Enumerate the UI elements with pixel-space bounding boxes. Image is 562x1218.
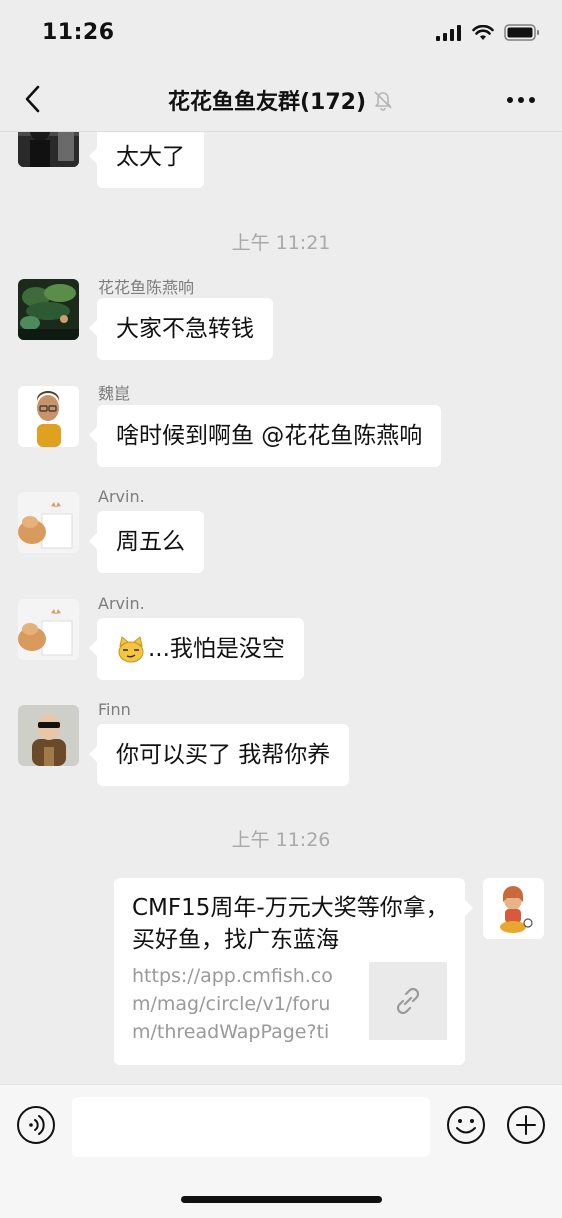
sender-name: 花花鱼陈燕响 <box>98 278 195 297</box>
message-bubble[interactable]: 周五么 <box>89 511 204 573</box>
link-card-thumbnail <box>369 962 447 1040</box>
link-card[interactable]: CMF15周年-万元大奖等你拿，买好鱼，找广东蓝海 https://app.cm… <box>114 878 473 1065</box>
wifi-icon <box>472 24 494 40</box>
nav-bar: 花花鱼鱼友群(172) <box>0 66 562 132</box>
message-bubble[interactable]: 啥时候到啊鱼 @花花鱼陈燕响 <box>88 405 442 467</box>
avatar[interactable] <box>18 386 79 447</box>
status-icons <box>436 24 540 41</box>
voice-button[interactable] <box>16 1105 56 1145</box>
battery-icon <box>504 24 539 41</box>
message-input[interactable] <box>72 1097 430 1157</box>
avatar[interactable] <box>18 492 79 553</box>
plus-icon <box>507 1106 545 1144</box>
sender-name: 魏崑 <box>98 384 131 403</box>
avatar[interactable] <box>18 599 79 660</box>
status-bar: 11:26 <box>0 0 562 66</box>
cellular-signal-icon <box>436 24 461 41</box>
page-title: 花花鱼鱼友群(172) <box>167 90 367 115</box>
message-bubble[interactable]: 大家不急转钱 <box>89 298 273 360</box>
my-avatar[interactable] <box>483 878 544 939</box>
timestamp: 上午 11:21 <box>231 232 331 254</box>
avatar[interactable] <box>18 279 79 340</box>
voice-icon <box>17 1106 55 1144</box>
nav-title-group: 花花鱼鱼友群(172) <box>0 84 562 116</box>
more-button[interactable] <box>506 92 536 106</box>
more-dots-icon <box>507 97 535 103</box>
plus-button[interactable] <box>506 1105 546 1145</box>
message-text: ...我怕是没空 <box>148 636 285 662</box>
home-indicator <box>181 1196 382 1203</box>
avatar[interactable] <box>18 132 79 167</box>
avatar[interactable] <box>18 705 79 766</box>
link-card-title: CMF15周年-万元大奖等你拿，买好鱼，找广东蓝海 <box>132 895 449 953</box>
message-bubble[interactable]: ...我怕是没空 <box>89 618 304 680</box>
link-icon <box>396 987 420 1015</box>
message-bubble[interactable]: 你可以买了 我帮你养 <box>88 724 350 786</box>
link-card-url: https://app.cmfish.com/mag/circle/v1/for… <box>132 965 333 1043</box>
smirk-cat-emoji-icon <box>118 635 144 662</box>
message-bubble[interactable]: 太大了 <box>89 132 204 188</box>
chat-area[interactable]: 太大了 上午 11:21 花花鱼陈燕响 大家不急转钱 魏崑 啥时候到啊鱼 @花花… <box>0 132 562 1084</box>
timestamp: 上午 11:26 <box>231 829 331 851</box>
sender-name: Arvin. <box>98 487 145 506</box>
sender-name: Finn <box>98 700 131 719</box>
bell-slash-icon <box>374 91 392 111</box>
emoji-icon <box>447 1106 485 1144</box>
sender-name: Arvin. <box>98 594 145 613</box>
emoji-button[interactable] <box>446 1105 486 1145</box>
status-time: 11:26 <box>42 20 115 45</box>
